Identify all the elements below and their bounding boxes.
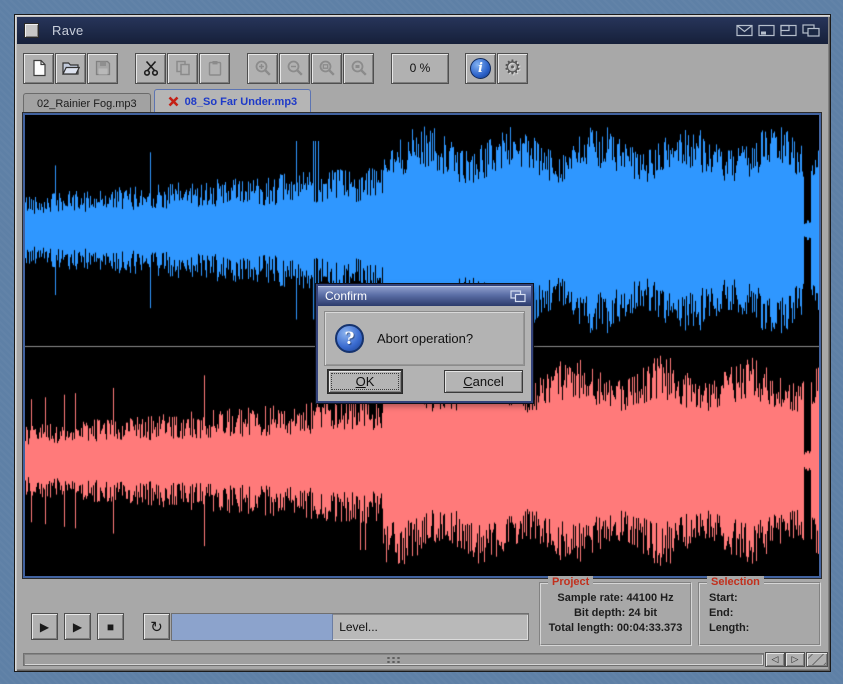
info-button[interactable]: i: [465, 53, 496, 84]
file-button-group: [23, 53, 119, 84]
progress-fill: [172, 614, 333, 640]
copy-icon: [174, 59, 192, 77]
selection-group-label: Selection: [707, 576, 764, 588]
loop-icon: ↻: [150, 618, 163, 636]
app-button-group: i ⚙: [465, 53, 529, 84]
stop-button[interactable]: ■: [97, 613, 124, 640]
new-file-icon: [30, 59, 48, 77]
selection-start-text: Start:: [709, 591, 819, 606]
confirm-dialog: Confirm ? Abort operation? OK Cancel: [316, 284, 533, 403]
open-file-button[interactable]: [55, 53, 86, 84]
total-length-text: Total length: 00:04:33.373: [541, 621, 690, 636]
zoom-selection-button[interactable]: [343, 53, 374, 84]
paste-icon: [206, 59, 224, 77]
zoom-in-button[interactable]: [247, 53, 278, 84]
play-icon: ▶: [40, 620, 49, 634]
zoom-gadget[interactable]: [780, 24, 797, 37]
folder-icon: [61, 59, 80, 77]
bit-depth-text: Bit depth: 24 bit: [541, 606, 690, 621]
cut-button[interactable]: [135, 53, 166, 84]
left-arrow-icon: ◁: [772, 654, 779, 665]
scroll-left-button[interactable]: ◁: [765, 652, 785, 667]
play-selection-button[interactable]: ▶: [64, 613, 91, 640]
progress-bar: Level...: [171, 613, 529, 641]
loop-button[interactable]: ↻: [143, 613, 170, 640]
dialog-message: Abort operation?: [377, 331, 473, 346]
zoom-fit-icon: [318, 59, 336, 77]
zoom-selection-icon: [350, 59, 368, 77]
tab-label: 08_So Far Under.mp3: [185, 96, 298, 108]
h-scrollbar-track[interactable]: [23, 653, 764, 666]
project-group-label: Project: [548, 576, 593, 588]
window-title: Rave: [52, 23, 84, 38]
play-button[interactable]: ▶: [31, 613, 58, 640]
floppy-icon: [94, 59, 112, 77]
envelope-gadget[interactable]: [736, 24, 753, 37]
resize-grip[interactable]: [806, 652, 828, 667]
dialog-buttons: OK Cancel: [318, 370, 531, 393]
splitter-grip[interactable]: [386, 656, 402, 663]
zoom-fit-button[interactable]: [311, 53, 342, 84]
sample-rate-text: Sample rate: 44100 Hz: [541, 591, 690, 606]
zoom-level-display: 0 %: [391, 53, 449, 84]
dialog-titlebar[interactable]: Confirm: [318, 286, 531, 306]
right-arrow-icon: ▷: [792, 654, 799, 665]
progress-label: Level...: [339, 620, 378, 634]
question-icon: ?: [335, 324, 364, 353]
toolbar: 0 % i ⚙: [23, 49, 822, 87]
gear-icon: ⚙: [504, 58, 522, 78]
copy-button[interactable]: [167, 53, 198, 84]
save-button[interactable]: [87, 53, 118, 84]
iconify-gadget[interactable]: [758, 24, 775, 37]
dialog-depth-gadget[interactable]: [510, 290, 526, 303]
titlebar-gadgets: [736, 24, 820, 37]
settings-button[interactable]: ⚙: [497, 53, 528, 84]
cancel-button[interactable]: Cancel: [444, 370, 523, 393]
window-titlebar[interactable]: Rave: [17, 17, 828, 44]
paste-button[interactable]: [199, 53, 230, 84]
info-icon: i: [470, 58, 491, 79]
selection-info-group: Selection Start: End: Length:: [698, 582, 821, 646]
close-gadget[interactable]: [24, 23, 39, 38]
project-info-group: Project Sample rate: 44100 Hz Bit depth:…: [539, 582, 692, 646]
scissors-icon: [142, 59, 160, 77]
zoom-button-group: [247, 53, 375, 84]
zoom-out-icon: [286, 59, 304, 77]
transport-controls: ▶ ▶ ■ ↻: [31, 613, 176, 640]
edit-button-group: [135, 53, 231, 84]
scroll-right-button[interactable]: ▷: [785, 652, 805, 667]
tab-label: 02_Rainier Fog.mp3: [37, 98, 137, 110]
selection-length-text: Length:: [709, 621, 819, 636]
dialog-title: Confirm: [325, 289, 367, 303]
zoom-in-icon: [254, 59, 272, 77]
new-file-button[interactable]: [23, 53, 54, 84]
tab-bar: 02_Rainier Fog.mp3 08_So Far Under.mp3: [23, 89, 822, 113]
tab-close-icon[interactable]: [168, 96, 179, 107]
zoom-out-button[interactable]: [279, 53, 310, 84]
ok-button[interactable]: OK: [328, 370, 402, 393]
tab-so-far-under[interactable]: 08_So Far Under.mp3: [154, 89, 312, 113]
depth-gadget[interactable]: [802, 24, 820, 37]
selection-end-text: End:: [709, 606, 819, 621]
stop-icon: ■: [107, 620, 114, 634]
dialog-message-panel: ? Abort operation?: [324, 311, 525, 366]
tab-rainier-fog[interactable]: 02_Rainier Fog.mp3: [23, 93, 151, 113]
play-alt-icon: ▶: [73, 620, 82, 634]
